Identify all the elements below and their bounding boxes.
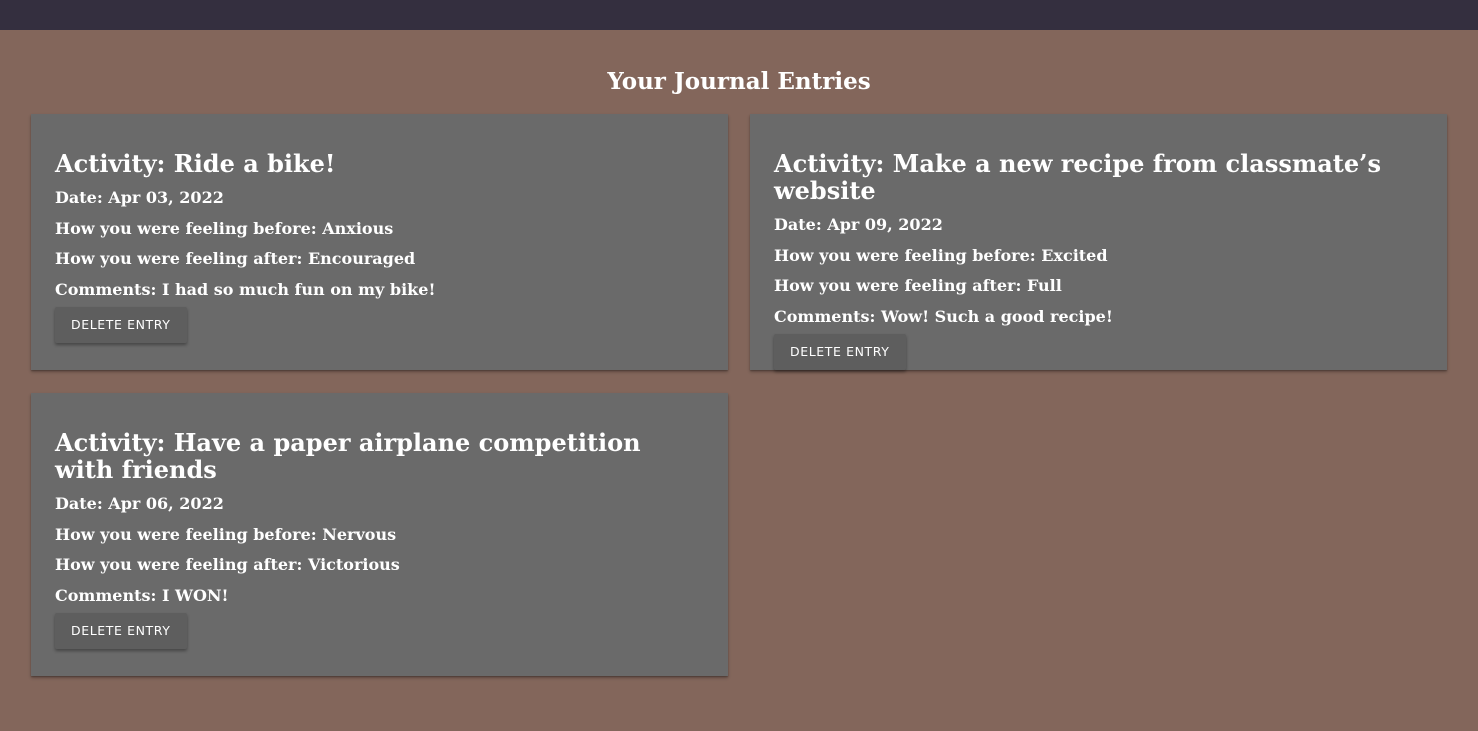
journal-entry-card: Activity: Make a new recipe from classma…	[750, 114, 1447, 370]
top-navbar	[0, 0, 1478, 30]
journal-entry-card: Activity: Have a paper airplane competit…	[31, 393, 728, 676]
delete-entry-button[interactable]: DELETE ENTRY	[55, 307, 187, 343]
entry-date: Date: Apr 03, 2022	[55, 188, 224, 207]
entry-feeling-after: How you were feeling after: Encouraged	[55, 249, 416, 268]
entry-feeling-before: How you were feeling before: Nervous	[55, 524, 397, 544]
journal-entry-card: Activity: Ride a bike! Date: Apr 03, 202…	[31, 114, 728, 370]
entry-comments: Comments: I WON!	[55, 585, 229, 605]
entry-feeling-after: How you were feeling after: Full	[774, 276, 1062, 295]
entry-date: Date: Apr 09, 2022	[774, 215, 943, 234]
entry-activity: Activity: Ride a bike!	[55, 149, 336, 178]
entry-feeling-after: How you were feeling after: Victorious	[55, 555, 400, 574]
entry-comments: Comments: Wow! Such a good recipe!	[774, 306, 1113, 326]
delete-entry-button[interactable]: DELETE ENTRY	[774, 334, 906, 370]
delete-entry-button[interactable]: DELETE ENTRY	[55, 613, 187, 649]
entry-feeling-before: How you were feeling before: Anxious	[55, 218, 394, 238]
page-title: Your Journal Entries	[607, 68, 871, 95]
entry-date: Date: Apr 06, 2022	[55, 494, 224, 513]
entry-activity: Activity: Have a paper airplane competit…	[55, 428, 641, 484]
entry-feeling-before: How you were feeling before: Excited	[774, 245, 1108, 265]
entry-activity: Activity: Make a new recipe from classma…	[774, 149, 1382, 205]
entry-comments: Comments: I had so much fun on my bike!	[55, 279, 436, 299]
